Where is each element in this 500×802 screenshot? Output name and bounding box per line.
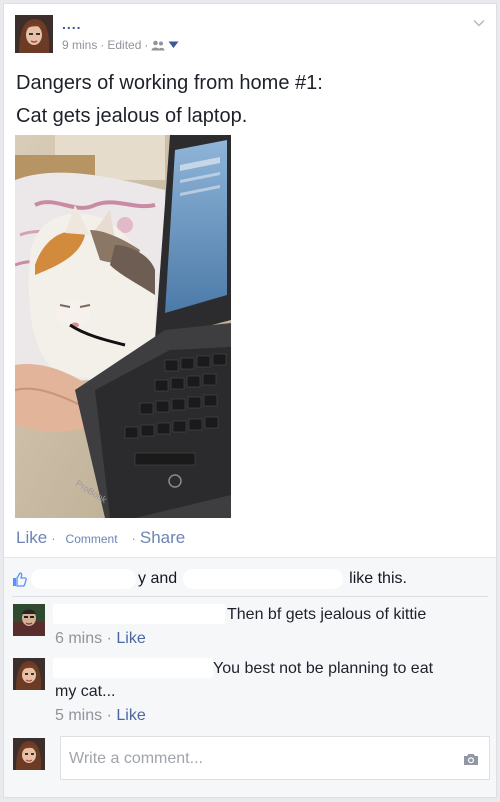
audience-selector[interactable] (151, 40, 179, 51)
comment-meta: 5 mins · Like (55, 707, 146, 725)
comment-like-button[interactable]: Like (116, 707, 145, 724)
divider (12, 596, 488, 597)
likes-suffix: like this. (349, 570, 407, 587)
post-options-button[interactable] (472, 16, 486, 30)
comment-text: Then bf gets jealous of kittie (227, 606, 427, 623)
camera-icon[interactable] (463, 753, 479, 771)
thumbs-up-icon (13, 571, 27, 587)
post-meta: 9 mins · Edited · (62, 38, 179, 52)
likes-conjunction: y and (138, 570, 178, 587)
comment-item: You best not be planning to eat my cat..… (4, 658, 496, 728)
post-text-line: Cat gets jealous of laptop. (16, 105, 248, 127)
post-actions: Like · Comment · Share (16, 528, 185, 548)
comment-text: You best not be planning to eat (213, 660, 434, 677)
post-card: .... 9 mins · Edited · Dangers of workin… (3, 3, 497, 557)
meta-separator: · (144, 38, 149, 52)
meta-separator: · (100, 38, 105, 52)
commenter-avatar[interactable] (13, 658, 45, 690)
like-button[interactable]: Like (16, 528, 47, 548)
cat-laptop-photo: ProBook (15, 135, 231, 518)
redacted-name (53, 604, 225, 624)
share-button[interactable]: Share (140, 528, 185, 548)
post-text-line: Dangers of working from home #1: (16, 72, 323, 94)
redacted-name (183, 569, 344, 589)
comment-like-button[interactable]: Like (116, 630, 145, 647)
comment-time[interactable]: 5 mins (55, 707, 102, 724)
comment-text-continued: my cat... (55, 683, 116, 700)
comment-time[interactable]: 6 mins (55, 630, 102, 647)
action-separator: · (51, 531, 56, 546)
edited-label[interactable]: Edited (107, 38, 141, 52)
post-photo[interactable]: ProBook (15, 135, 231, 518)
likes-summary: y and like this. (12, 568, 488, 597)
post-text: Dangers of working from home #1: Cat get… (16, 67, 323, 133)
comment-meta: 6 mins · Like (55, 630, 146, 648)
author-name[interactable]: .... (62, 16, 82, 32)
commenter-avatar[interactable] (13, 604, 45, 636)
redacted-name (53, 658, 213, 678)
redacted-name (31, 569, 136, 589)
chevron-down-icon (168, 41, 179, 48)
user-avatar[interactable] (13, 738, 45, 770)
post-time[interactable]: 9 mins (62, 38, 97, 52)
friends-icon (151, 40, 165, 50)
comment-input-box[interactable] (60, 736, 490, 780)
comment-input[interactable] (67, 743, 431, 775)
chevron-down-icon (473, 19, 485, 27)
comment-button[interactable]: Comment (66, 532, 118, 546)
action-separator: · (131, 531, 136, 546)
comments-panel: y and like this. Then bf gets jealous of… (3, 557, 497, 798)
meta-separator: · (106, 630, 112, 647)
comment-item: Then bf gets jealous of kittie 6 mins · … (4, 604, 496, 654)
author-avatar[interactable] (15, 15, 53, 53)
meta-separator: · (106, 707, 112, 724)
